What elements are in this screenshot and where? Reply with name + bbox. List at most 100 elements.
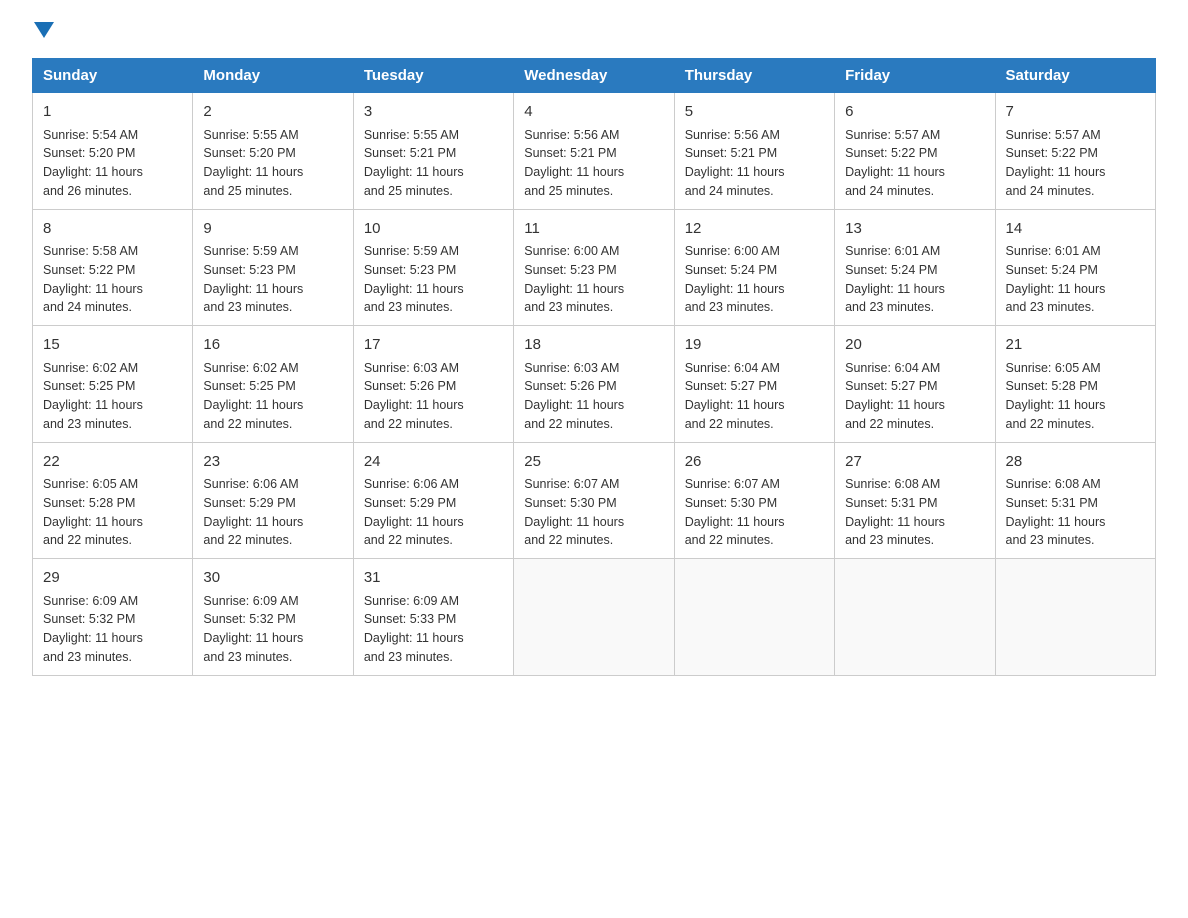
calendar-week-row: 8 Sunrise: 5:58 AMSunset: 5:22 PMDayligh… <box>33 209 1156 326</box>
day-info: Sunrise: 5:59 AMSunset: 5:23 PMDaylight:… <box>203 244 303 314</box>
day-number: 18 <box>524 334 663 357</box>
calendar-cell: 12 Sunrise: 6:00 AMSunset: 5:24 PMDaylig… <box>674 209 834 326</box>
day-number: 16 <box>203 334 342 357</box>
day-number: 7 <box>1006 101 1145 124</box>
day-info: Sunrise: 6:00 AMSunset: 5:24 PMDaylight:… <box>685 244 785 314</box>
calendar-day-header-saturday: Saturday <box>995 59 1155 93</box>
calendar-cell: 28 Sunrise: 6:08 AMSunset: 5:31 PMDaylig… <box>995 442 1155 559</box>
day-info: Sunrise: 5:56 AMSunset: 5:21 PMDaylight:… <box>685 128 785 198</box>
day-info: Sunrise: 5:56 AMSunset: 5:21 PMDaylight:… <box>524 128 624 198</box>
day-info: Sunrise: 6:06 AMSunset: 5:29 PMDaylight:… <box>203 477 303 547</box>
day-info: Sunrise: 6:00 AMSunset: 5:23 PMDaylight:… <box>524 244 624 314</box>
day-info: Sunrise: 6:01 AMSunset: 5:24 PMDaylight:… <box>1006 244 1106 314</box>
day-info: Sunrise: 5:54 AMSunset: 5:20 PMDaylight:… <box>43 128 143 198</box>
day-number: 2 <box>203 101 342 124</box>
day-number: 11 <box>524 218 663 241</box>
page-header <box>32 24 1156 42</box>
calendar-cell: 23 Sunrise: 6:06 AMSunset: 5:29 PMDaylig… <box>193 442 353 559</box>
day-info: Sunrise: 6:05 AMSunset: 5:28 PMDaylight:… <box>43 477 143 547</box>
logo <box>32 24 54 42</box>
day-info: Sunrise: 5:59 AMSunset: 5:23 PMDaylight:… <box>364 244 464 314</box>
calendar-day-header-wednesday: Wednesday <box>514 59 674 93</box>
day-info: Sunrise: 6:01 AMSunset: 5:24 PMDaylight:… <box>845 244 945 314</box>
day-number: 28 <box>1006 451 1145 474</box>
day-info: Sunrise: 6:04 AMSunset: 5:27 PMDaylight:… <box>685 361 785 431</box>
calendar-week-row: 22 Sunrise: 6:05 AMSunset: 5:28 PMDaylig… <box>33 442 1156 559</box>
calendar-week-row: 15 Sunrise: 6:02 AMSunset: 5:25 PMDaylig… <box>33 326 1156 443</box>
day-info: Sunrise: 5:57 AMSunset: 5:22 PMDaylight:… <box>845 128 945 198</box>
day-info: Sunrise: 6:08 AMSunset: 5:31 PMDaylight:… <box>845 477 945 547</box>
calendar-cell: 17 Sunrise: 6:03 AMSunset: 5:26 PMDaylig… <box>353 326 513 443</box>
day-info: Sunrise: 6:05 AMSunset: 5:28 PMDaylight:… <box>1006 361 1106 431</box>
calendar-week-row: 1 Sunrise: 5:54 AMSunset: 5:20 PMDayligh… <box>33 93 1156 210</box>
day-number: 19 <box>685 334 824 357</box>
day-number: 15 <box>43 334 182 357</box>
day-number: 23 <box>203 451 342 474</box>
day-number: 6 <box>845 101 984 124</box>
calendar-cell: 16 Sunrise: 6:02 AMSunset: 5:25 PMDaylig… <box>193 326 353 443</box>
day-info: Sunrise: 6:02 AMSunset: 5:25 PMDaylight:… <box>203 361 303 431</box>
calendar-cell: 29 Sunrise: 6:09 AMSunset: 5:32 PMDaylig… <box>33 559 193 676</box>
logo-triangle-icon <box>34 22 54 42</box>
day-info: Sunrise: 5:55 AMSunset: 5:20 PMDaylight:… <box>203 128 303 198</box>
calendar-cell: 1 Sunrise: 5:54 AMSunset: 5:20 PMDayligh… <box>33 93 193 210</box>
day-info: Sunrise: 6:08 AMSunset: 5:31 PMDaylight:… <box>1006 477 1106 547</box>
calendar-table: SundayMondayTuesdayWednesdayThursdayFrid… <box>32 58 1156 676</box>
calendar-cell: 10 Sunrise: 5:59 AMSunset: 5:23 PMDaylig… <box>353 209 513 326</box>
calendar-cell: 9 Sunrise: 5:59 AMSunset: 5:23 PMDayligh… <box>193 209 353 326</box>
day-info: Sunrise: 5:55 AMSunset: 5:21 PMDaylight:… <box>364 128 464 198</box>
day-number: 20 <box>845 334 984 357</box>
calendar-cell: 20 Sunrise: 6:04 AMSunset: 5:27 PMDaylig… <box>835 326 995 443</box>
day-number: 31 <box>364 567 503 590</box>
day-number: 27 <box>845 451 984 474</box>
day-number: 22 <box>43 451 182 474</box>
calendar-cell: 2 Sunrise: 5:55 AMSunset: 5:20 PMDayligh… <box>193 93 353 210</box>
day-number: 29 <box>43 567 182 590</box>
day-number: 21 <box>1006 334 1145 357</box>
calendar-cell: 24 Sunrise: 6:06 AMSunset: 5:29 PMDaylig… <box>353 442 513 559</box>
calendar-cell: 7 Sunrise: 5:57 AMSunset: 5:22 PMDayligh… <box>995 93 1155 210</box>
calendar-cell: 15 Sunrise: 6:02 AMSunset: 5:25 PMDaylig… <box>33 326 193 443</box>
day-number: 17 <box>364 334 503 357</box>
day-number: 4 <box>524 101 663 124</box>
day-number: 3 <box>364 101 503 124</box>
day-info: Sunrise: 6:04 AMSunset: 5:27 PMDaylight:… <box>845 361 945 431</box>
day-number: 8 <box>43 218 182 241</box>
day-info: Sunrise: 6:06 AMSunset: 5:29 PMDaylight:… <box>364 477 464 547</box>
calendar-cell: 13 Sunrise: 6:01 AMSunset: 5:24 PMDaylig… <box>835 209 995 326</box>
day-number: 9 <box>203 218 342 241</box>
calendar-cell <box>835 559 995 676</box>
day-info: Sunrise: 6:09 AMSunset: 5:33 PMDaylight:… <box>364 594 464 664</box>
calendar-day-header-sunday: Sunday <box>33 59 193 93</box>
day-info: Sunrise: 6:03 AMSunset: 5:26 PMDaylight:… <box>524 361 624 431</box>
calendar-cell: 27 Sunrise: 6:08 AMSunset: 5:31 PMDaylig… <box>835 442 995 559</box>
calendar-day-header-tuesday: Tuesday <box>353 59 513 93</box>
day-number: 5 <box>685 101 824 124</box>
logo-image <box>32 24 54 42</box>
day-info: Sunrise: 6:02 AMSunset: 5:25 PMDaylight:… <box>43 361 143 431</box>
calendar-cell: 5 Sunrise: 5:56 AMSunset: 5:21 PMDayligh… <box>674 93 834 210</box>
day-info: Sunrise: 6:03 AMSunset: 5:26 PMDaylight:… <box>364 361 464 431</box>
day-info: Sunrise: 6:09 AMSunset: 5:32 PMDaylight:… <box>43 594 143 664</box>
day-number: 24 <box>364 451 503 474</box>
day-info: Sunrise: 6:07 AMSunset: 5:30 PMDaylight:… <box>524 477 624 547</box>
calendar-day-header-friday: Friday <box>835 59 995 93</box>
day-number: 10 <box>364 218 503 241</box>
calendar-cell: 6 Sunrise: 5:57 AMSunset: 5:22 PMDayligh… <box>835 93 995 210</box>
day-number: 12 <box>685 218 824 241</box>
day-info: Sunrise: 5:58 AMSunset: 5:22 PMDaylight:… <box>43 244 143 314</box>
calendar-cell: 14 Sunrise: 6:01 AMSunset: 5:24 PMDaylig… <box>995 209 1155 326</box>
day-number: 26 <box>685 451 824 474</box>
calendar-cell: 31 Sunrise: 6:09 AMSunset: 5:33 PMDaylig… <box>353 559 513 676</box>
calendar-cell <box>995 559 1155 676</box>
calendar-cell: 25 Sunrise: 6:07 AMSunset: 5:30 PMDaylig… <box>514 442 674 559</box>
calendar-cell: 11 Sunrise: 6:00 AMSunset: 5:23 PMDaylig… <box>514 209 674 326</box>
calendar-cell: 26 Sunrise: 6:07 AMSunset: 5:30 PMDaylig… <box>674 442 834 559</box>
calendar-cell: 3 Sunrise: 5:55 AMSunset: 5:21 PMDayligh… <box>353 93 513 210</box>
day-number: 13 <box>845 218 984 241</box>
calendar-cell <box>674 559 834 676</box>
calendar-cell: 30 Sunrise: 6:09 AMSunset: 5:32 PMDaylig… <box>193 559 353 676</box>
calendar-cell: 4 Sunrise: 5:56 AMSunset: 5:21 PMDayligh… <box>514 93 674 210</box>
calendar-cell <box>514 559 674 676</box>
calendar-week-row: 29 Sunrise: 6:09 AMSunset: 5:32 PMDaylig… <box>33 559 1156 676</box>
